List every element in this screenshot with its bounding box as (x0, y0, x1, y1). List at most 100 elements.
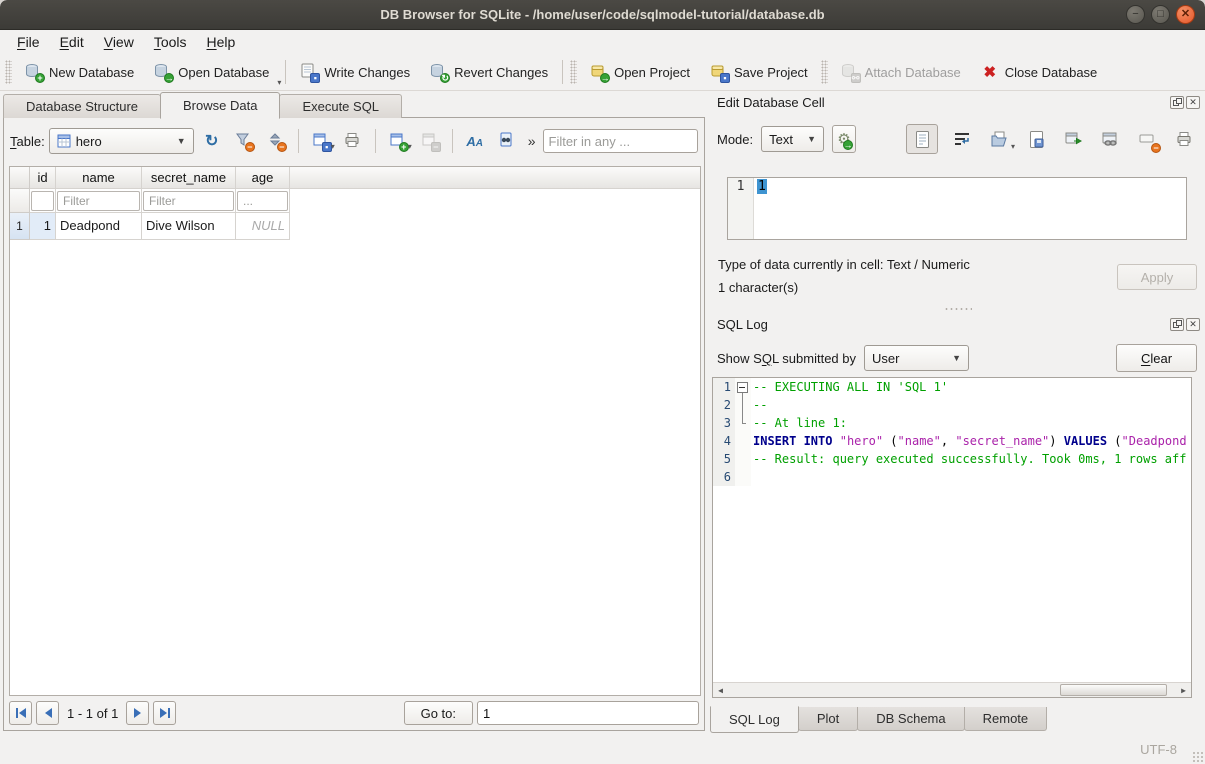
table-label: Table: (10, 134, 45, 149)
previous-record-button[interactable] (36, 701, 59, 725)
toolbar-drag-handle[interactable] (570, 60, 577, 84)
filter-input-age[interactable] (237, 191, 288, 211)
insert-record-dropdown-icon[interactable]: ▾ (408, 142, 412, 154)
find-in-table-button[interactable] (493, 128, 521, 154)
open-external-icon (1065, 132, 1082, 147)
tab-execute-sql[interactable]: Execute SQL (279, 94, 402, 118)
import-dropdown-icon[interactable]: ▾ (1011, 142, 1015, 154)
tab-database-structure[interactable]: Database Structure (3, 94, 161, 118)
filter-input-secret_name[interactable] (143, 191, 234, 211)
sql-log-editor[interactable]: 1-- EXECUTING ALL IN 'SQL 1'2--3-- At li… (712, 377, 1192, 698)
clear-log-button[interactable]: Clear (1116, 344, 1197, 372)
tab-db-schema[interactable]: DB Schema (857, 707, 964, 731)
sql-log-hscrollbar[interactable]: ◀ ▶ (713, 682, 1191, 697)
scroll-right-icon[interactable]: ▶ (1176, 683, 1191, 697)
table-row[interactable]: 11DeadpondDive WilsonNULL (10, 213, 700, 240)
open-database-dropdown-icon[interactable]: ▾ (277, 78, 281, 90)
toolbar-overflow-button[interactable]: » (525, 133, 539, 149)
tab-remote[interactable]: Remote (964, 707, 1048, 731)
close-database-button[interactable]: ✖ Close Database (971, 57, 1108, 87)
set-null-button[interactable]: − (1134, 126, 1160, 152)
open-in-external-button[interactable] (1060, 126, 1086, 152)
clear-filters-button[interactable]: − (230, 128, 258, 154)
float-dock-button[interactable] (1170, 318, 1184, 331)
grid-cell-name[interactable]: Deadpond (56, 213, 142, 240)
mode-select-value: Text (769, 132, 793, 147)
dock-splitter-handle[interactable] (944, 307, 972, 311)
resize-grip-icon[interactable] (1191, 750, 1203, 762)
grid-cell-id[interactable]: 1 (30, 213, 56, 240)
data-grid[interactable]: idnamesecret_nameage 11DeadpondDive Wils… (9, 166, 701, 696)
close-database-icon: ✖ (981, 63, 999, 81)
maximize-button[interactable]: □ (1151, 5, 1170, 24)
scroll-left-icon[interactable]: ◀ (713, 683, 728, 697)
cell-type-info: Type of data currently in cell: Text / N… (718, 257, 970, 272)
maximize-icon: □ (1157, 9, 1164, 20)
write-changes-button[interactable]: ▪ Write Changes (290, 57, 420, 87)
save-project-button[interactable]: ▪ Save Project (700, 57, 818, 87)
minimize-icon: − (1132, 9, 1138, 20)
open-database-icon: → (154, 63, 172, 81)
mode-select[interactable]: Text ▼ (761, 126, 824, 152)
toolbar-drag-handle[interactable] (821, 60, 828, 84)
edit-display-format-button[interactable]: AA (461, 128, 489, 154)
close-dock-button[interactable]: ✕ (1186, 96, 1200, 109)
filter-input-name[interactable] (57, 191, 140, 211)
save-table-button[interactable]: ▪ ▾ (307, 128, 335, 154)
menu-view[interactable]: View (95, 32, 143, 52)
dock-tab-bar: SQL Log Plot DB Schema Remote (710, 706, 1046, 734)
clear-sorting-button[interactable]: − (262, 128, 290, 154)
minimize-button[interactable]: − (1126, 5, 1145, 24)
tab-sql-log[interactable]: SQL Log (710, 706, 799, 733)
scrollbar-thumb[interactable] (1060, 684, 1168, 696)
edit-cell-title: Edit Database Cell (717, 95, 825, 110)
new-database-button[interactable]: + New Database (15, 57, 144, 87)
menu-file[interactable]: File (8, 32, 49, 52)
toolbar-separator (375, 129, 376, 153)
menu-tools[interactable]: Tools (145, 32, 196, 52)
previous-record-icon (43, 708, 53, 718)
open-database-button[interactable]: → Open Database (144, 57, 279, 87)
table-select[interactable]: hero ▼ (49, 128, 194, 154)
last-record-button[interactable] (153, 701, 176, 725)
print-cell-button[interactable] (1171, 126, 1197, 152)
minus-icon: − (1151, 143, 1161, 153)
goto-button[interactable]: Go to: (404, 701, 473, 725)
filter-any-input[interactable] (543, 129, 699, 153)
menu-help[interactable]: Help (198, 32, 245, 52)
goto-input[interactable] (477, 701, 699, 725)
revert-changes-button[interactable]: ↻ Revert Changes (420, 57, 558, 87)
show-sql-select[interactable]: User ▼ (864, 345, 969, 371)
print-table-button[interactable] (339, 128, 367, 154)
grid-cell-age[interactable]: NULL (236, 213, 290, 240)
float-dock-button[interactable] (1170, 96, 1184, 109)
save-project-icon: ▪ (710, 63, 728, 81)
copy-link-button[interactable] (1097, 126, 1123, 152)
next-record-button[interactable] (126, 701, 149, 725)
filter-input-id[interactable] (31, 191, 54, 211)
auto-switch-mode-button[interactable]: ⚙ → (832, 125, 856, 153)
tab-browse-data[interactable]: Browse Data (160, 92, 280, 119)
open-project-button[interactable]: → Open Project (580, 57, 700, 87)
cell-editor[interactable]: 1 1 (727, 177, 1187, 240)
toolbar-drag-handle[interactable] (5, 60, 12, 84)
title-bar[interactable]: DB Browser for SQLite - /home/user/code/… (0, 0, 1205, 30)
scrollbar-track[interactable] (728, 683, 1176, 697)
grid-cell-secret_name[interactable]: Dive Wilson (142, 213, 236, 240)
save-table-dropdown-icon[interactable]: ▾ (331, 142, 335, 154)
attach-database-icon: ⚯ (841, 63, 859, 81)
export-data-button[interactable] (1023, 126, 1049, 152)
menu-edit[interactable]: Edit (51, 32, 93, 52)
sql-log-line: 3-- At line 1: (713, 414, 1191, 432)
cell-editor-content[interactable]: 1 (757, 179, 767, 194)
import-data-button[interactable]: ▾ (986, 126, 1012, 152)
close-button[interactable]: ✕ (1176, 5, 1195, 24)
first-record-button[interactable] (9, 701, 32, 725)
insert-record-button[interactable]: + ▾ (384, 128, 412, 154)
text-view-button[interactable] (906, 124, 938, 154)
encoding-indicator[interactable]: UTF-8 (1140, 742, 1177, 757)
refresh-button[interactable]: ↻ (198, 128, 226, 154)
word-wrap-button[interactable] (949, 126, 975, 152)
tab-plot[interactable]: Plot (798, 707, 858, 731)
close-dock-button[interactable]: ✕ (1186, 318, 1200, 331)
